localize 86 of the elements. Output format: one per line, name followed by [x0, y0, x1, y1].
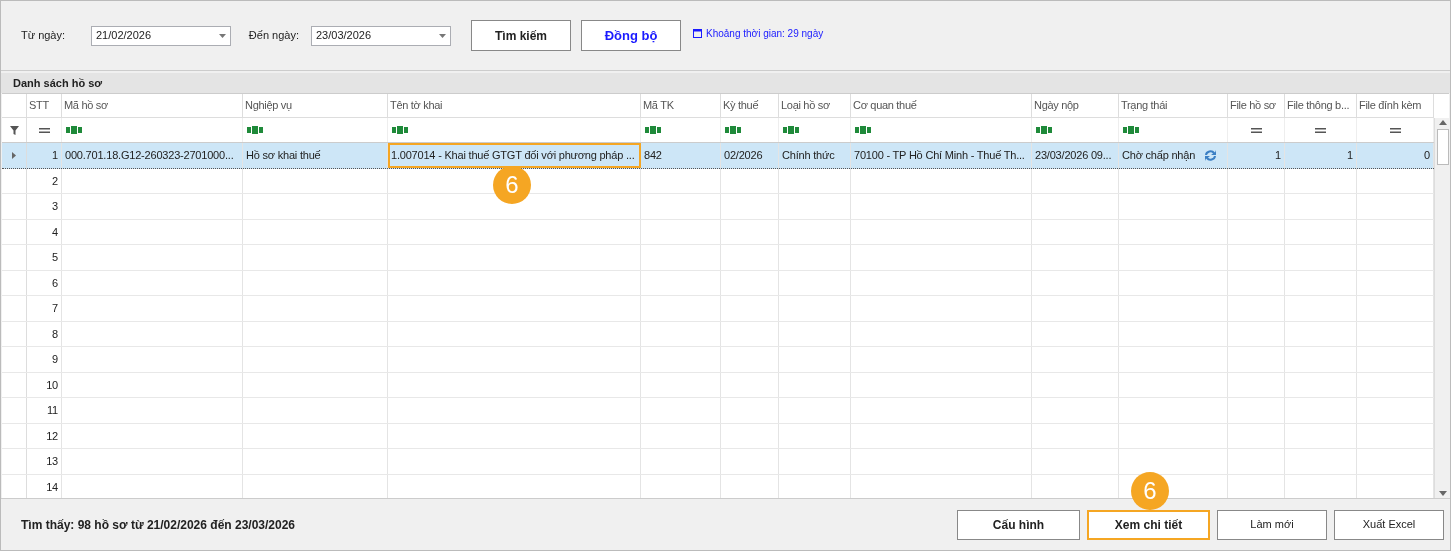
table-row[interactable]: 7 [2, 296, 1434, 322]
table-cell-text: 3 [52, 199, 58, 214]
column-header[interactable]: Loại hồ sơ [781, 97, 830, 114]
table-cell-text: 0 [1424, 148, 1430, 163]
text-filter-icon [392, 126, 408, 134]
footer-button[interactable]: Cấu hình [957, 509, 1080, 540]
column-header[interactable]: Cơ quan thuế [853, 97, 917, 114]
table-cell-text: 10 [46, 377, 58, 393]
calendar-icon [693, 29, 702, 38]
footer-button[interactable]: Xuất Excel [1334, 509, 1444, 540]
footer-button[interactable]: Xem chi tiết [1087, 509, 1210, 540]
table-row[interactable]: 9 [2, 347, 1434, 373]
column-header[interactable]: File hồ sơ [1230, 97, 1276, 114]
column-header[interactable]: STT [29, 97, 49, 114]
table-cell-text: Chính thức [782, 148, 835, 163]
sync-button[interactable]: Đồng bộ [581, 20, 681, 51]
table-row[interactable]: 8 [2, 321, 1434, 347]
table-row[interactable]: 5 [2, 245, 1434, 271]
table-row[interactable]: 11 [2, 398, 1434, 424]
text-filter-icon [725, 126, 741, 134]
date-field[interactable]: 21/02/2026 [91, 25, 231, 46]
to-label: Đến ngày: [247, 28, 300, 44]
table-cell-text: 23/03/2026 09... [1035, 148, 1112, 163]
table-row[interactable]: 10 [2, 372, 1434, 398]
table-cell-text: 9 [52, 352, 58, 367]
text-filter-icon [645, 126, 661, 134]
equals-filter-icon [1250, 127, 1262, 133]
column-header[interactable]: Trạng thái [1121, 97, 1168, 114]
table-cell-text: 13 [46, 454, 58, 469]
column-header[interactable]: Nghiệp vụ [245, 97, 292, 114]
equals-filter-icon [1315, 127, 1326, 133]
table-cell-text: 000.701.18.G12-260323-2701000... [65, 148, 234, 163]
table-cell-text: Hồ sơ khai thuế [246, 148, 321, 163]
text-filter-icon [783, 126, 799, 134]
text-filter-icon [1036, 126, 1052, 134]
result-summary: Tìm thấy: 98 hồ sơ từ 21/02/2026 đến 23/03/2026 [21, 516, 297, 534]
refresh-icon[interactable] [1203, 148, 1218, 162]
table-cell-text: 7 [52, 301, 58, 316]
column-header[interactable]: Tên tờ khai [390, 97, 443, 114]
search-button[interactable]: Tìm kiếm [471, 20, 571, 51]
text-filter-icon [1123, 126, 1139, 134]
column-header[interactable]: Ngày nộp [1034, 97, 1079, 114]
filter-icon[interactable] [9, 125, 19, 135]
equals-filter-icon [38, 127, 50, 133]
dropdown-icon [439, 33, 446, 38]
table-cell-text: 5 [52, 250, 58, 265]
scroll-up-icon[interactable] [1439, 120, 1447, 125]
table-row[interactable]: 13 [2, 449, 1434, 475]
scroll-down-icon[interactable] [1439, 491, 1447, 496]
table-cell-text: 842 [644, 148, 662, 163]
table-cell-text: 6 [52, 275, 58, 291]
text-filter-icon [247, 126, 263, 134]
grid-title: Danh sách hồ sơ [1, 73, 1450, 93]
equals-filter-icon [1389, 127, 1401, 133]
column-header[interactable]: Kỳ thuế [723, 97, 759, 114]
column-header[interactable]: File thông b... [1287, 97, 1350, 114]
table-row[interactable]: 3 [2, 194, 1434, 220]
from-label: Từ ngày: [21, 28, 67, 44]
date-range-text: Khoảng thời gian: 29 ngày [706, 27, 824, 41]
table-row[interactable]: 6 [2, 270, 1434, 296]
table-row[interactable]: 12 [2, 423, 1434, 449]
dropdown-icon [219, 33, 226, 38]
table-cell-text: 11 [46, 403, 58, 418]
column-header[interactable]: File đính kèm [1359, 97, 1422, 114]
text-filter-icon [855, 126, 871, 134]
table-cell-text: 2 [52, 173, 58, 189]
column-header[interactable]: Mã TK [643, 97, 674, 114]
table-cell-text: 1 [1275, 148, 1281, 163]
column-header[interactable]: Mã hồ sơ [64, 97, 108, 114]
table-cell-text: 8 [52, 326, 58, 342]
date-field[interactable]: 23/03/2026 [311, 25, 451, 46]
footer-button[interactable]: Làm mới [1217, 509, 1327, 540]
table-cell-text: 1 [1347, 148, 1353, 163]
text-filter-icon [66, 126, 82, 134]
table-cell-text: 12 [46, 428, 58, 444]
row-pointer-icon [12, 151, 16, 159]
table-cell-text: Chờ chấp nhận [1122, 148, 1196, 163]
table-row[interactable]: 4 [2, 219, 1434, 245]
table-cell-text: 1.007014 - Khai thuế GTGT đối với phương pháp ... [391, 148, 635, 163]
table-cell-text: 4 [52, 224, 58, 240]
table-row[interactable]: 1 000.701.18.G12-260323-2701000... Hồ sơ khai thuế 1.007014 - Khai thuế GTGT đối với phương pháp ... 842 02/2026 Chính thức 70100 - TP Hồ Chí Minh - Thuế Th... 23/03/2026 09... Chờ chấp nhận 1 1 0 [2, 143, 1434, 169]
table-cell-text: 14 [46, 479, 58, 495]
table-cell-text: 70100 - TP Hồ Chí Minh - Thuế Th... [854, 148, 1025, 163]
table-cell-text: 1 [52, 148, 58, 163]
scroll-thumb[interactable] [1437, 129, 1449, 165]
table-cell-text: 02/2026 [724, 148, 763, 163]
